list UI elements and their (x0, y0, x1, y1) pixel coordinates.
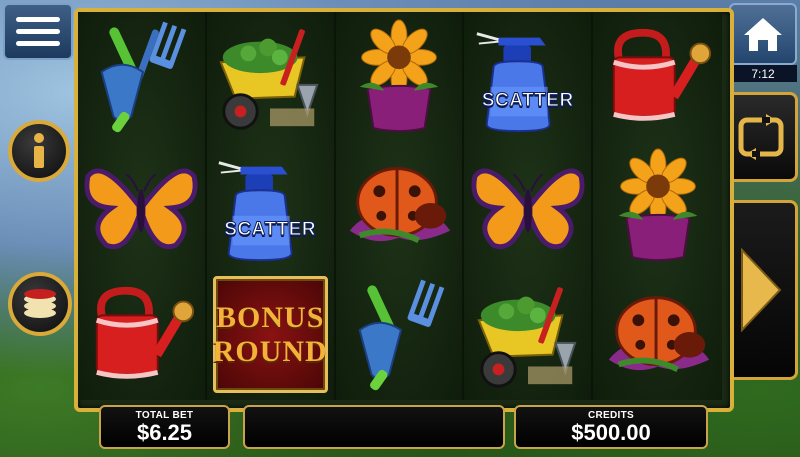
garden-tools-icon (358, 279, 445, 390)
home-icon (744, 18, 782, 51)
scatter-label: SCATTER (224, 219, 317, 241)
coin-stack-icon (24, 289, 56, 318)
sunflower-symbol (593, 141, 722, 270)
sunflower-symbol (336, 12, 463, 141)
wheelbarrow-symbol (207, 12, 334, 141)
home-button[interactable] (729, 3, 797, 65)
reels: SCATTER BONUS ROUND SCATTER (78, 12, 722, 400)
autoplay-icon (738, 114, 784, 160)
butterfly-symbol (464, 141, 591, 270)
ladybug-symbol (593, 270, 722, 399)
ladybug-symbol (336, 141, 463, 270)
round-label: ROUND (212, 334, 328, 368)
menu-icon (16, 17, 60, 22)
credits-value: $500.00 (571, 419, 651, 445)
wheelbarrow-icon (477, 286, 577, 388)
info-button[interactable] (8, 120, 70, 182)
total-bet-label: TOTAL BET (135, 409, 194, 421)
ladybug-icon (608, 295, 709, 372)
bonus-round-symbol: BONUS ROUND (207, 270, 334, 399)
watering-can-symbol (593, 12, 722, 141)
bet-button[interactable] (8, 272, 72, 336)
watering-can-symbol (78, 270, 205, 399)
reel-1 (78, 12, 207, 400)
reel-4: SCATTER (464, 12, 594, 400)
scatter-label: SCATTER (481, 90, 574, 112)
scatter-symbol: SCATTER (464, 12, 591, 141)
reel-5 (593, 12, 722, 400)
spin-arrow-icon (741, 248, 782, 332)
watering-can-icon (96, 286, 195, 379)
wheelbarrow-symbol (464, 270, 591, 399)
spray-bottle-icon (218, 160, 293, 261)
clock: 7:12 (729, 65, 797, 82)
message-panel (243, 405, 505, 449)
butterfly-icon (84, 168, 198, 249)
menu-button[interactable] (3, 3, 73, 60)
reel-3 (335, 12, 465, 400)
sunflower-icon (359, 18, 439, 132)
ladybug-icon (349, 166, 451, 243)
credits-label: CREDITS (588, 409, 634, 421)
credits-panel: CREDITS $500.00 (514, 405, 708, 449)
sunflower-icon (618, 147, 697, 261)
total-bet-panel[interactable]: TOTAL BET $6.25 (99, 405, 230, 449)
bonus-label: BONUS (216, 300, 325, 334)
watering-can-icon (612, 28, 711, 121)
bonus-round-tile: BONUS ROUND (213, 276, 328, 393)
trowel-fork-symbol (336, 270, 463, 399)
reel-2: SCATTER BONUS ROUND (206, 12, 336, 400)
info-icon (34, 133, 44, 168)
menu-icon-bar (16, 29, 60, 34)
menu-icon-bar (16, 41, 60, 46)
spray-bottle-icon (476, 31, 551, 132)
garden-tools-icon (100, 21, 187, 132)
scatter-symbol: SCATTER (207, 141, 334, 270)
total-bet-value: $6.25 (136, 419, 193, 445)
autoplay-button[interactable] (724, 92, 798, 182)
trowel-fork-symbol (78, 12, 205, 141)
spin-button[interactable] (724, 200, 798, 380)
wheelbarrow-icon (219, 28, 319, 130)
butterfly-symbol (78, 141, 205, 270)
butterfly-icon (471, 168, 585, 249)
